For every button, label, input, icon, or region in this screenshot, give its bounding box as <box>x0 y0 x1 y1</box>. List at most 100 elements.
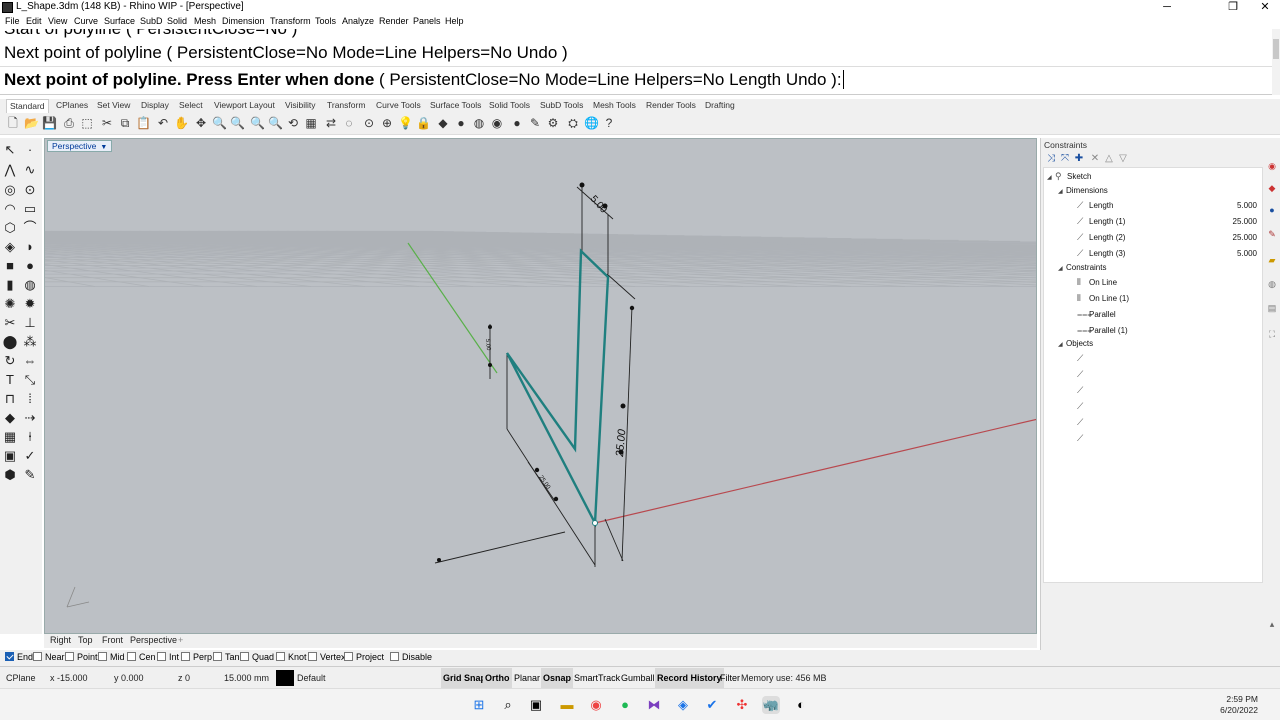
save-icon[interactable]: 💾 <box>42 116 57 130</box>
tab-drafting[interactable]: Drafting <box>705 100 735 110</box>
tab-cplanes[interactable]: CPlanes <box>56 100 88 110</box>
mesh-icon[interactable]: ⬢ <box>2 467 18 483</box>
viewport-tab-perspective[interactable]: Perspective <box>130 635 177 645</box>
menu-analyze[interactable]: Analyze <box>342 16 374 26</box>
tab-render-tools[interactable]: Render Tools <box>646 100 696 110</box>
subd-icon[interactable]: ✺ <box>2 296 18 312</box>
dimension-value[interactable]: 5.000 <box>1237 249 1257 258</box>
help-panel-icon[interactable]: ⛶ <box>1266 328 1278 340</box>
lock-icon[interactable]: 🔒 <box>416 116 431 130</box>
osnap-perp[interactable]: Perp <box>181 652 212 662</box>
layer-icon[interactable]: ◆ <box>436 116 450 130</box>
restore-button[interactable]: ❐ <box>1218 0 1248 15</box>
command-prompt[interactable]: Next point of polyline. Press Enter when… <box>0 67 1272 95</box>
point-icon[interactable]: · <box>22 142 38 158</box>
constraint-tool-icon[interactable]: ⤨ <box>1044 153 1058 165</box>
current-layer[interactable]: Default <box>297 673 326 683</box>
task-view-icon[interactable]: ▣ <box>527 696 545 714</box>
minimize-button[interactable]: ─ <box>1152 0 1182 15</box>
tab-visibility[interactable]: Visibility <box>285 100 316 110</box>
osnap-point[interactable]: Point <box>65 652 98 662</box>
filter-toggle[interactable]: Filter <box>718 668 742 688</box>
osnap-end[interactable]: End <box>5 652 33 662</box>
gumball-toggle[interactable]: Gumball <box>619 668 657 688</box>
loft-icon[interactable]: ◗ <box>22 239 38 255</box>
viewport-title-tab[interactable]: Perspective ▼ <box>47 140 113 152</box>
tree-item-constraint[interactable]: ⩶Parallel (1) <box>1077 325 1128 336</box>
open-file-icon[interactable]: 📂 <box>24 116 39 130</box>
checkbox[interactable] <box>98 652 107 661</box>
tree-item-dimension[interactable]: ⟋ Length (1) <box>1077 216 1125 227</box>
checkbox[interactable] <box>276 652 285 661</box>
viewport-menu-arrow-icon[interactable]: ▼ <box>100 144 107 151</box>
tree-item-object[interactable]: ⟋ <box>1077 385 1089 396</box>
cylinder-icon[interactable]: ▮ <box>2 277 18 293</box>
properties-panel-icon[interactable]: ▤ <box>1266 302 1278 314</box>
checkbox[interactable] <box>308 652 317 661</box>
menu-surface[interactable]: Surface <box>104 16 135 26</box>
scrollbar-thumb[interactable] <box>1273 39 1279 59</box>
fillet-icon[interactable]: ⌒ <box>22 220 38 236</box>
viewport-tab-front[interactable]: Front <box>102 635 123 645</box>
osnap-int[interactable]: Int <box>157 652 179 662</box>
box-icon[interactable]: ■ <box>2 258 18 274</box>
curve-icon[interactable]: ∿ <box>22 162 38 178</box>
tree-item-constraint[interactable]: ⩶Parallel <box>1077 309 1116 320</box>
copy-icon[interactable]: ⧉ <box>118 116 132 130</box>
constraint-add-icon[interactable]: ⤧ <box>1058 153 1072 165</box>
delete-icon[interactable]: ✕ <box>1088 153 1102 165</box>
text-icon[interactable]: T <box>2 372 18 388</box>
windows-start-icon[interactable]: ⊞ <box>470 696 488 714</box>
globe-icon[interactable]: 🌐 <box>584 116 599 130</box>
chrome-icon[interactable]: ◉ <box>587 696 605 714</box>
polyline-icon[interactable]: ⋀ <box>2 162 18 178</box>
tree-item-dimension[interactable]: ⟋ Length (2) <box>1077 232 1125 243</box>
select-arrow-icon[interactable]: ↖ <box>2 142 18 158</box>
tab-set-view[interactable]: Set View <box>97 100 130 110</box>
command-scrollbar[interactable] <box>1272 29 1280 95</box>
explode-icon[interactable]: ✹ <box>22 296 38 312</box>
menu-dimension[interactable]: Dimension <box>222 16 265 26</box>
tab-select[interactable]: Select <box>179 100 203 110</box>
add-viewport-tab-icon[interactable]: + <box>178 635 183 645</box>
collapse-arrow-icon[interactable]: ◢ <box>1047 174 1055 181</box>
cplane-icon[interactable]: ⊙ <box>362 116 376 130</box>
visual-studio-icon[interactable]: ⧓ <box>645 696 663 714</box>
viewport-layout-icon[interactable]: ▦ <box>304 116 318 130</box>
pan-icon[interactable]: ✋ <box>174 116 189 130</box>
pencil-icon[interactable]: ✎ <box>22 467 38 483</box>
collapse-arrow-icon[interactable]: ◢ <box>1058 265 1066 272</box>
group-icon[interactable]: ⁂ <box>22 334 38 350</box>
rhino-taskbar-icon[interactable]: 🦏 <box>762 696 780 714</box>
zoom-selected-icon[interactable]: 🔍 <box>268 116 283 130</box>
checkbox[interactable] <box>65 652 74 661</box>
color-wheel-icon[interactable]: ● <box>454 116 468 130</box>
checkbox[interactable] <box>157 652 166 661</box>
folder-panel-icon[interactable]: ▰ <box>1266 254 1278 266</box>
select-icon[interactable]: ◌ <box>342 116 356 130</box>
menu-transform[interactable]: Transform <box>270 16 311 26</box>
dimension-value[interactable]: 5.000 <box>1237 201 1257 210</box>
material-icon[interactable]: ◍ <box>472 116 486 130</box>
rotate-view-icon[interactable]: ✥ <box>194 116 208 130</box>
new-file-icon[interactable]: 🗋 <box>6 116 20 130</box>
light-icon[interactable]: 💡 <box>398 116 413 130</box>
move-up-icon[interactable]: △ <box>1102 153 1116 165</box>
search-icon[interactable]: ⌕ <box>499 696 517 714</box>
checkbox-checked[interactable] <box>5 652 14 661</box>
osnap-knot[interactable]: Knot <box>276 652 307 662</box>
tree-node-constraints[interactable]: ◢ Constraints <box>1058 263 1106 272</box>
circle-icon[interactable]: ◎ <box>2 182 18 198</box>
layer-color-swatch[interactable] <box>276 670 294 686</box>
tab-viewport-layout[interactable]: Viewport Layout <box>214 100 275 110</box>
tree-item-dimension[interactable]: ⟋ Length <box>1077 200 1113 211</box>
menu-mesh[interactable]: Mesh <box>194 16 216 26</box>
tools-panel-icon[interactable]: ✎ <box>1266 228 1278 240</box>
rectangle-icon[interactable]: ▭ <box>22 201 38 217</box>
tree-item-dimension[interactable]: ⟋ Length (3) <box>1077 248 1125 259</box>
ellipse-icon[interactable]: ⊙ <box>22 182 38 198</box>
display-panel-icon[interactable]: ◍ <box>1266 278 1278 290</box>
gumball-icon[interactable]: ⍿ <box>22 429 38 445</box>
collapse-arrow-icon[interactable]: ◢ <box>1058 341 1066 348</box>
rotate-icon[interactable]: ↻ <box>2 353 18 369</box>
